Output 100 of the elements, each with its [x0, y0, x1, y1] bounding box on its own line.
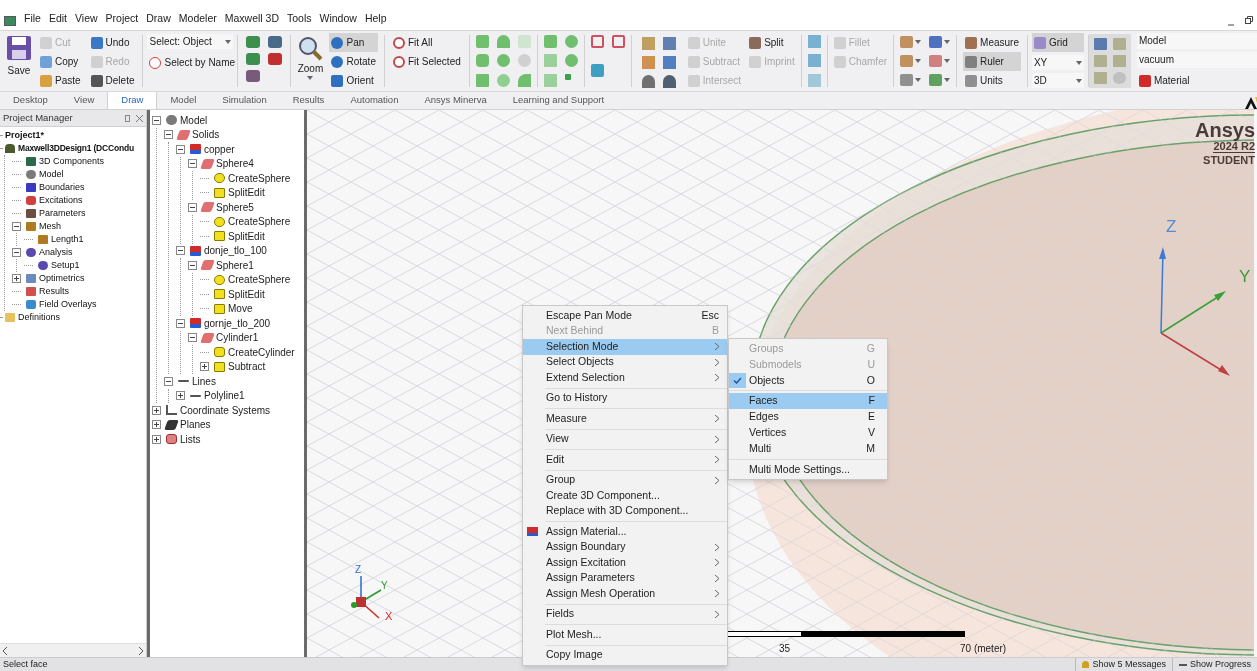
toolbar-button[interactable]: Units [963, 71, 1021, 90]
point-icon[interactable] [564, 73, 571, 80]
expand-toggle[interactable] [164, 376, 173, 386]
expand-toggle[interactable] [12, 248, 21, 257]
toolbar-button[interactable]: Ruler [963, 52, 1021, 71]
expand-toggle[interactable] [12, 274, 21, 283]
menu-item[interactable]: Escape Pan Mode Esc [523, 308, 727, 324]
tree-item[interactable]: Optimetrics [39, 271, 85, 286]
toolbar-button[interactable]: Delete [88, 71, 137, 90]
expand-toggle[interactable] [176, 246, 185, 256]
tree-item[interactable]: Solids [192, 127, 220, 143]
expand-toggle[interactable] [188, 260, 197, 270]
toolbar-button[interactable]: Fit All [390, 33, 463, 52]
toolbar-button[interactable]: Undo [88, 33, 137, 52]
menu-item[interactable]: Vertices V [729, 425, 887, 441]
expand-toggle[interactable] [152, 420, 161, 430]
tree-item[interactable]: SplitEdit [228, 286, 265, 302]
material-field[interactable]: vacuum [1136, 52, 1257, 68]
tree-item[interactable]: Definitions [18, 310, 61, 325]
expand-toggle[interactable] [152, 434, 161, 444]
expand-toggle[interactable] [188, 333, 197, 343]
toolbar-button[interactable]: Grid [1031, 33, 1084, 52]
menu-item[interactable]: Edit [523, 452, 727, 468]
tree-item[interactable]: Length1 [51, 232, 84, 247]
tree-item[interactable]: Subtract [228, 359, 266, 375]
tree-item[interactable]: Polyline1 [204, 388, 245, 404]
tree-item[interactable]: Sphere5 [216, 199, 254, 215]
tree-item[interactable]: gornje_tlo_200 [204, 315, 271, 331]
status-button[interactable]: Show 5 Messages [1075, 658, 1172, 671]
menu-item[interactable]: Multi Mode Settings... [729, 461, 887, 478]
chevron-left-icon[interactable] [3, 646, 8, 655]
dropdown[interactable]: XY [1031, 55, 1084, 70]
tree-item[interactable]: Field Overlays [39, 297, 97, 312]
tree-item[interactable]: Parameters [39, 206, 86, 221]
expand-toggle[interactable] [176, 391, 185, 401]
expand-toggle[interactable] [152, 405, 161, 415]
tree-item[interactable]: Sphere4 [216, 156, 254, 172]
menu-item[interactable]: Edges E [729, 409, 887, 425]
app-icon[interactable] [4, 16, 16, 26]
tree-item[interactable]: Excitations [39, 193, 83, 208]
toolbar-button[interactable]: Material [1136, 71, 1257, 90]
menu-item[interactable]: Objects O [729, 372, 887, 389]
menu-item[interactable]: Go to History [523, 390, 727, 406]
menu-item[interactable]: Group [523, 472, 727, 488]
polyhedron-icon[interactable] [475, 73, 489, 87]
tree-item[interactable]: Results [39, 284, 69, 299]
tree-item[interactable]: Planes [180, 417, 211, 433]
tree-item[interactable]: CreateSphere [228, 214, 291, 230]
status-button[interactable]: Show Progress [1171, 658, 1257, 671]
menu-item[interactable]: Maxwell 3D [220, 11, 283, 27]
menu-item[interactable]: Copy Image [523, 647, 727, 663]
menu-item[interactable]: Assign Boundary [523, 539, 727, 555]
menu-item[interactable]: Plot Mesh... [523, 627, 727, 643]
expand-toggle[interactable] [176, 318, 185, 328]
tree-item[interactable]: Model [39, 167, 64, 182]
menu-item[interactable]: Help [360, 11, 391, 27]
tree-item[interactable]: Lines [192, 373, 216, 389]
ribbon-tab[interactable]: Desktop [0, 92, 61, 109]
menu-item[interactable]: Assign Excitation [523, 555, 727, 571]
ribbon-tab[interactable]: Automation [337, 92, 412, 109]
toolbar-button[interactable]: Measure [963, 33, 1021, 52]
tree-item[interactable]: Move [228, 301, 253, 317]
tree-item[interactable]: SplitEdit [228, 185, 265, 201]
menu-item[interactable]: Fields [523, 606, 727, 622]
menu-item[interactable]: Measure [523, 411, 727, 427]
menu-item[interactable]: Extend Selection [523, 370, 727, 386]
rectangle-icon[interactable] [543, 35, 557, 48]
tree-item[interactable]: copper [204, 141, 235, 157]
expand-toggle[interactable] [188, 202, 197, 212]
menu-item[interactable]: View [523, 431, 727, 447]
tree-item[interactable]: CreateCylinder [228, 344, 295, 360]
box-outline-icon[interactable] [611, 35, 625, 48]
menu-item[interactable]: View [71, 11, 102, 27]
box-icon[interactable] [475, 35, 489, 48]
horizontal-scrollbar[interactable] [0, 643, 146, 657]
menu-item[interactable]: Assign Material... [523, 524, 727, 540]
expand-toggle[interactable] [152, 115, 161, 125]
menu-item[interactable]: File [20, 11, 45, 27]
toolbar-button[interactable]: Split [747, 33, 797, 52]
chevron-right-icon[interactable] [138, 646, 143, 655]
box-outline-icon[interactable] [590, 35, 604, 48]
tree-item[interactable]: donje_tlo_100 [204, 243, 267, 259]
ribbon-tab[interactable]: Learning and Support [499, 92, 618, 109]
menu-item[interactable]: Tools [283, 11, 316, 27]
tree-item[interactable]: SplitEdit [228, 228, 265, 244]
bondwire-icon[interactable] [517, 73, 531, 87]
menu-item[interactable]: Select Objects [523, 354, 727, 370]
ribbon-tab[interactable]: Draw [107, 92, 158, 109]
menu-item[interactable]: Window [315, 11, 361, 27]
menu-item[interactable]: Project [101, 11, 143, 27]
ribbon-tab[interactable]: Results [279, 92, 338, 109]
toolbar-button[interactable]: Fit Selected [390, 52, 463, 71]
expand-toggle[interactable] [176, 144, 185, 154]
expand-toggle[interactable] [200, 362, 209, 372]
restore-button[interactable] [1243, 14, 1255, 26]
menu-item[interactable]: Draw [142, 11, 175, 27]
tree-item[interactable]: CreateSphere [228, 170, 291, 186]
ribbon-tab[interactable]: View [60, 92, 108, 109]
tree-item[interactable]: Analysis [39, 245, 73, 260]
tree-item[interactable]: Lists [180, 431, 201, 447]
